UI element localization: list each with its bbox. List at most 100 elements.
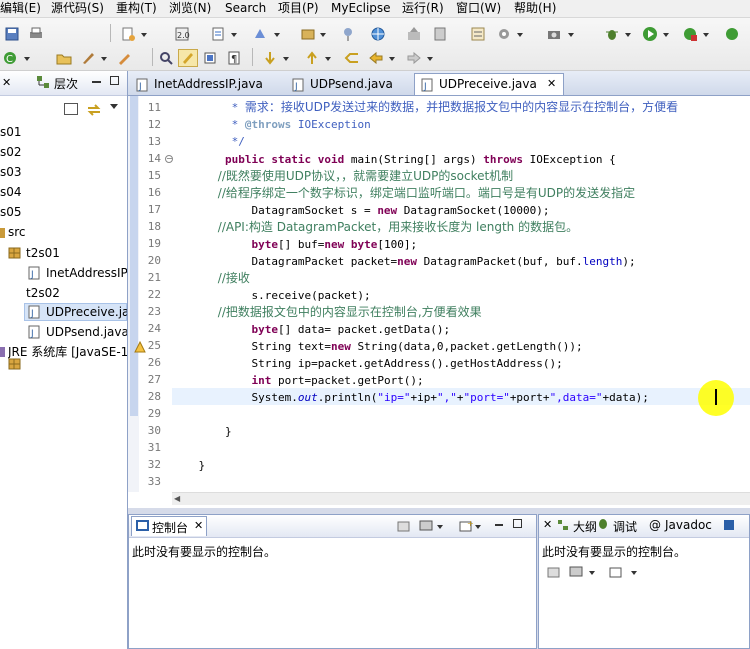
edit-pen-icon[interactable]: [116, 50, 132, 66]
editor-tab-inetaddressip[interactable]: J InetAddressIP.java: [132, 73, 286, 95]
close-icon[interactable]: ✕: [2, 76, 11, 89]
chevron-down-icon[interactable]: [517, 33, 523, 37]
tree-item-package[interactable]: t2s02: [26, 284, 60, 302]
chevron-down-icon[interactable]: [475, 525, 481, 529]
chevron-down-icon[interactable]: [437, 525, 443, 529]
view-menu-icon[interactable]: [110, 104, 118, 109]
prev-annotation-icon[interactable]: [304, 50, 320, 66]
tree-item[interactable]: s05: [0, 203, 22, 221]
globe-icon[interactable]: [370, 26, 386, 42]
chevron-down-icon[interactable]: [589, 571, 595, 575]
menu-search[interactable]: Search: [225, 0, 266, 17]
counter-icon[interactable]: 2.0: [174, 26, 190, 42]
deploy-icon[interactable]: [406, 26, 422, 42]
editor-tab-udpreceive-active[interactable]: J UDPreceive.java ✕: [414, 73, 564, 95]
menu-navigate[interactable]: 浏览(N): [169, 0, 211, 17]
menu-help[interactable]: 帮助(H): [514, 0, 556, 17]
print-icon[interactable]: [28, 26, 44, 42]
run-icon[interactable]: [642, 26, 658, 42]
menu-edit[interactable]: 编辑(E): [0, 0, 41, 17]
chevron-down-icon[interactable]: [625, 33, 631, 37]
chevron-down-icon[interactable]: [320, 33, 326, 37]
tree-item[interactable]: s03: [0, 163, 22, 181]
chevron-down-icon[interactable]: [663, 33, 669, 37]
menu-myeclipse[interactable]: MyEclipse: [331, 0, 391, 17]
chevron-down-icon[interactable]: [703, 33, 709, 37]
tab-hierarchy[interactable]: 层次: [54, 75, 78, 92]
hierarchy-icon[interactable]: [36, 75, 50, 92]
mark-occurrences-icon[interactable]: [178, 49, 198, 67]
coverage-icon[interactable]: [724, 26, 740, 42]
chevron-down-icon[interactable]: [141, 33, 147, 37]
tree-item-jre-library[interactable]: JRE 系统库 [JavaSE-1: [8, 343, 127, 361]
pin-icon[interactable]: [340, 26, 356, 42]
refresh-icon[interactable]: C: [2, 50, 18, 66]
open-type-icon[interactable]: [300, 26, 316, 42]
brush-icon[interactable]: [80, 50, 96, 66]
close-icon[interactable]: ✕: [194, 519, 203, 532]
next-annotation-icon[interactable]: [262, 50, 278, 66]
chevron-down-icon[interactable]: [568, 33, 574, 37]
tree-item-java-file[interactable]: UDPsend.java: [46, 323, 127, 341]
tab-debug[interactable]: 调试: [613, 518, 637, 535]
tree-item-java-file[interactable]: InetAddressIP: [46, 264, 127, 282]
scroll-left-icon[interactable]: ◀: [174, 494, 180, 503]
chevron-down-icon[interactable]: [631, 571, 637, 575]
external-tools-icon[interactable]: [682, 26, 698, 42]
open-console-icon[interactable]: [609, 565, 623, 582]
camera-icon[interactable]: [546, 26, 562, 42]
chevron-down-icon[interactable]: [274, 33, 280, 37]
tree-item[interactable]: s04: [0, 183, 22, 201]
display-console-icon[interactable]: [569, 565, 583, 582]
pin-console-icon[interactable]: [397, 519, 411, 536]
tab-javadoc[interactable]: Javadoc: [665, 518, 712, 532]
show-whitespace-icon[interactable]: ¶: [226, 50, 242, 66]
code-area[interactable]: * 需求：接收UDP发送过来的数据，并把数据报文包中的内容显示在控制台，方便看 …: [172, 96, 750, 492]
open-folder-icon[interactable]: [56, 50, 72, 66]
minimize-icon[interactable]: [92, 81, 101, 83]
tree-item-java-file-selected[interactable]: UDPreceive.ja: [46, 303, 127, 321]
minimize-icon[interactable]: [495, 524, 503, 526]
open-console-icon[interactable]: +: [459, 519, 474, 536]
pin-console-icon[interactable]: [547, 565, 561, 582]
tree-item[interactable]: s01: [0, 123, 22, 141]
back-icon[interactable]: [368, 50, 384, 66]
server-icon[interactable]: [432, 26, 448, 42]
forward-icon[interactable]: [406, 50, 422, 66]
link-editor-icon[interactable]: [86, 102, 102, 121]
chevron-down-icon[interactable]: [283, 57, 289, 61]
gear-icon[interactable]: [496, 26, 512, 42]
horizontal-scrollbar[interactable]: ◀: [172, 492, 750, 505]
tree-item-package[interactable]: t2s01: [26, 244, 60, 262]
chevron-down-icon[interactable]: [101, 57, 107, 61]
block-select-icon[interactable]: [202, 50, 218, 66]
chevron-down-icon[interactable]: [231, 33, 237, 37]
chevron-down-icon[interactable]: [24, 57, 30, 61]
maximize-icon[interactable]: [513, 519, 522, 528]
tab-outline[interactable]: 大纲: [573, 518, 597, 535]
save-icon[interactable]: [4, 26, 20, 42]
debug-icon[interactable]: [604, 26, 620, 42]
editor-tab-udpsend[interactable]: J UDPsend.java: [288, 73, 413, 95]
chevron-down-icon[interactable]: [325, 57, 331, 61]
close-icon[interactable]: ✕: [543, 518, 552, 531]
menu-source[interactable]: 源代码(S): [51, 0, 104, 17]
maximize-icon[interactable]: [110, 76, 119, 85]
tree-item[interactable]: s02: [0, 143, 22, 161]
tab-console[interactable]: 控制台 ✕: [131, 516, 207, 536]
edit-icon[interactable]: [210, 26, 226, 42]
last-edit-icon[interactable]: [344, 50, 360, 66]
run-server-icon[interactable]: [252, 26, 268, 42]
tree-item-src[interactable]: src: [8, 223, 26, 241]
menu-run[interactable]: 运行(R): [402, 0, 444, 17]
chevron-down-icon[interactable]: [389, 57, 395, 61]
collapse-all-icon[interactable]: [64, 103, 78, 115]
menu-project[interactable]: 项目(P): [278, 0, 319, 17]
menu-refactor[interactable]: 重构(T): [116, 0, 157, 17]
display-console-icon[interactable]: [419, 519, 433, 536]
code-editor[interactable]: 11 12 13 14 15 16 17 18 19 20 21 22 23 24 25 26 27 28 29 30…: [128, 96, 750, 508]
menu-window[interactable]: 窗口(W): [456, 0, 501, 17]
new-wizard-icon[interactable]: [120, 26, 136, 42]
chevron-down-icon[interactable]: [427, 57, 433, 61]
search-icon[interactable]: [158, 50, 174, 66]
